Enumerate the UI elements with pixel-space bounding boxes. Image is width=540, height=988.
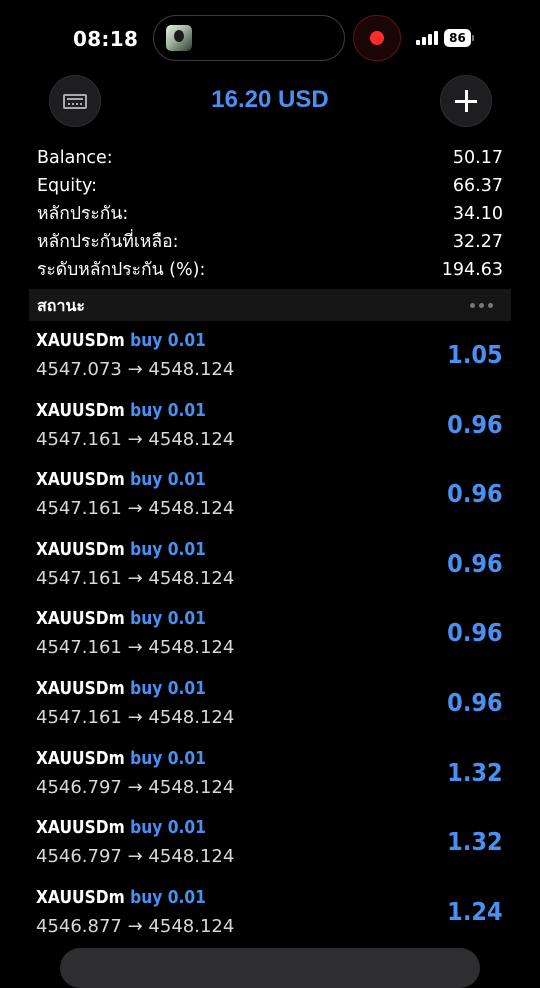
position-prices: 4546.797 → 4548.124: [36, 846, 235, 868]
position-row[interactable]: XAUUSDm buy 0.01 4546.797 → 4548.124 1.3…: [0, 746, 540, 816]
position-row[interactable]: XAUUSDm buy 0.01 4546.797 → 4548.124 1.3…: [0, 815, 540, 885]
battery-icon: 86: [444, 29, 471, 47]
position-symbol-line: XAUUSDm buy 0.01: [36, 887, 206, 908]
positions-section-header: สถานะ: [29, 289, 511, 321]
position-profit: 1.05: [447, 340, 503, 369]
position-profit: 1.32: [447, 827, 503, 857]
position-prices: 4546.797 → 4548.124: [36, 776, 235, 798]
plus-icon: [454, 89, 478, 113]
position-symbol: XAUUSDm: [36, 886, 125, 908]
screen-recording-indicator[interactable]: [353, 15, 401, 61]
position-profit: 1.32: [447, 757, 503, 787]
wallet-icon: [63, 94, 87, 109]
position-symbol: XAUUSDm: [36, 399, 125, 421]
dynamic-island[interactable]: [153, 15, 345, 61]
position-prices: 4547.073 → 4548.124: [36, 359, 235, 380]
summary-row-free-margin: หลักประกันที่เหลือ: 32.27: [37, 230, 503, 258]
position-profit: 0.96: [447, 548, 503, 578]
summary-label: หลักประกันที่เหลือ:: [37, 232, 179, 252]
position-symbol-line: XAUUSDm buy 0.01: [36, 817, 206, 838]
position-prices: 4547.161 → 4548.124: [36, 706, 235, 728]
bottom-tab-bar-edge: [60, 948, 480, 988]
position-type: buy 0.01: [130, 747, 206, 769]
position-type: buy 0.01: [130, 399, 206, 421]
position-prices: 4547.161 → 4548.124: [36, 498, 235, 520]
summary-value: 66.37: [452, 176, 503, 196]
position-row[interactable]: XAUUSDm buy 0.01 4547.161 → 4548.124 0.9…: [0, 606, 540, 676]
position-prices: 4546.877 → 4548.124: [36, 915, 235, 937]
summary-label: ระดับหลักประกัน (%):: [37, 260, 206, 280]
media-thumbnail-icon: [166, 25, 192, 51]
position-type: buy 0.01: [130, 677, 206, 699]
position-symbol: XAUUSDm: [36, 747, 125, 769]
position-symbol-line: XAUUSDm buy 0.01: [36, 400, 206, 421]
new-order-button[interactable]: [440, 75, 492, 127]
position-prices: 4547.161 → 4548.124: [36, 637, 235, 659]
summary-value: 34.10: [452, 204, 503, 224]
position-row[interactable]: XAUUSDm buy 0.01 4547.161 → 4548.124 0.9…: [0, 537, 540, 607]
summary-value: 50.17: [452, 148, 503, 168]
summary-label: หลักประกัน:: [37, 204, 129, 224]
position-symbol-line: XAUUSDm buy 0.01: [36, 748, 206, 769]
position-type: buy 0.01: [130, 608, 206, 630]
position-row[interactable]: XAUUSDm buy 0.01 4547.161 → 4548.124 0.9…: [0, 398, 540, 468]
position-type: buy 0.01: [130, 886, 206, 908]
position-symbol: XAUUSDm: [36, 677, 125, 699]
position-profit: 0.96: [447, 618, 503, 648]
position-symbol: XAUUSDm: [36, 538, 125, 560]
position-row[interactable]: XAUUSDm buy 0.01 4546.877 → 4548.124 1.2…: [0, 885, 540, 955]
position-symbol-line: XAUUSDm buy 0.01: [36, 678, 206, 699]
position-profit: 1.24: [447, 896, 503, 926]
position-symbol: XAUUSDm: [36, 330, 125, 351]
position-symbol-line: XAUUSDm buy 0.01: [36, 539, 206, 560]
position-row[interactable]: XAUUSDm buy 0.01 4547.161 → 4548.124 0.9…: [0, 676, 540, 746]
summary-value: 194.63: [441, 260, 503, 280]
position-type: buy 0.01: [130, 330, 206, 351]
positions-list: XAUUSDm buy 0.01 4547.073 → 4548.124 1.0…: [0, 328, 540, 954]
cellular-signal-icon: [416, 31, 438, 45]
status-bar: 08:18 86: [0, 0, 540, 80]
position-row[interactable]: XAUUSDm buy 0.01 4547.073 → 4548.124 1.0…: [0, 328, 540, 398]
position-type: buy 0.01: [130, 538, 206, 560]
position-profit: 0.96: [447, 409, 503, 439]
position-type: buy 0.01: [130, 817, 206, 839]
position-symbol: XAUUSDm: [36, 817, 125, 839]
position-type: buy 0.01: [130, 469, 206, 491]
wallet-button[interactable]: [49, 75, 101, 127]
summary-row-margin: หลักประกัน: 34.10: [37, 202, 503, 230]
summary-label: Balance:: [37, 148, 113, 168]
summary-row-balance: Balance: 50.17: [37, 146, 503, 174]
position-symbol-line: XAUUSDm buy 0.01: [36, 608, 206, 629]
position-prices: 4547.161 → 4548.124: [36, 428, 235, 450]
summary-label: Equity:: [37, 176, 97, 196]
position-symbol: XAUUSDm: [36, 608, 125, 630]
summary-row-margin-level: ระดับหลักประกัน (%): 194.63: [37, 258, 503, 286]
battery-nub: [472, 35, 474, 41]
position-row[interactable]: XAUUSDm buy 0.01 4547.161 → 4548.124 0.9…: [0, 467, 540, 537]
account-profit-title: 16.20 USD: [211, 86, 329, 113]
account-summary: Balance: 50.17 Equity: 66.37 หลักประกัน:…: [37, 146, 503, 286]
position-profit: 0.96: [447, 479, 503, 509]
summary-row-equity: Equity: 66.37: [37, 174, 503, 202]
record-icon: [370, 31, 384, 45]
more-horizontal-icon[interactable]: [470, 303, 494, 308]
position-prices: 4547.161 → 4548.124: [36, 567, 235, 589]
position-symbol-line: XAUUSDm buy 0.01: [36, 330, 206, 351]
section-title: สถานะ: [37, 296, 85, 315]
position-symbol-line: XAUUSDm buy 0.01: [36, 469, 206, 490]
summary-value: 32.27: [452, 232, 503, 252]
position-symbol: XAUUSDm: [36, 469, 125, 491]
position-profit: 0.96: [447, 687, 503, 717]
status-time: 08:18: [73, 27, 139, 51]
